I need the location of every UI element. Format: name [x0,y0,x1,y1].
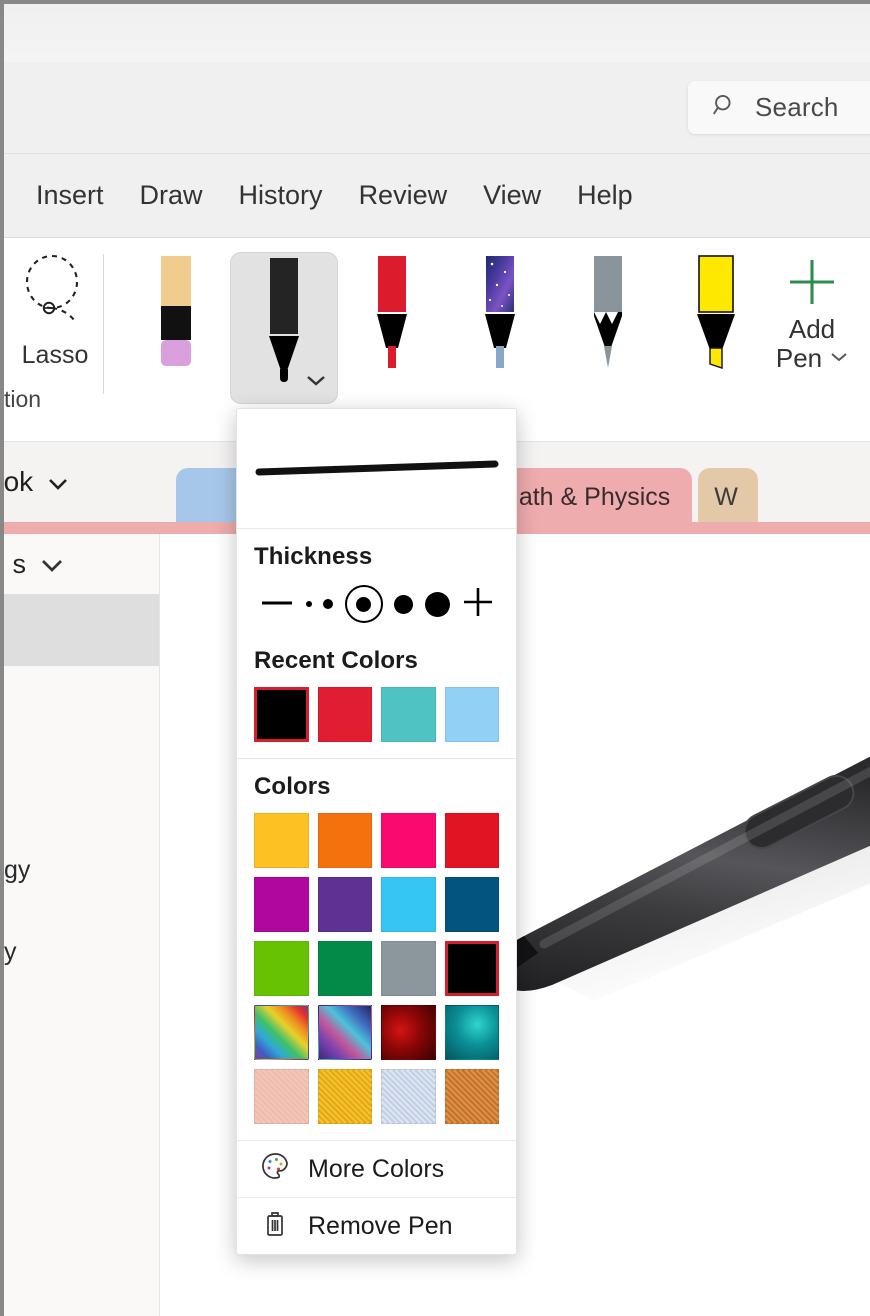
stroke-preview [237,409,516,529]
ribbon-tab-help[interactable]: Help [559,174,651,217]
search-icon [711,92,738,124]
page-list-title: s [12,548,27,579]
lasso-tool-button[interactable]: Lasso [12,250,98,370]
thickness-option-line[interactable] [260,595,294,613]
add-pen-label-line1: Add [788,314,836,344]
page-list-sidebar: s gy y [4,534,160,1316]
recent-swatch-red[interactable] [317,687,372,742]
chevron-down-icon[interactable] [306,374,326,392]
thickness-section: Thickness [237,529,516,633]
thickness-option-size-4[interactable] [394,594,413,614]
pen-eraser[interactable] [122,252,230,402]
ribbon-tab-insert[interactable]: Insert [18,174,122,217]
thickness-option-more-plus-icon[interactable] [461,585,495,624]
thickness-option-size-1[interactable] [305,601,312,607]
page-item-label: y [4,937,17,966]
ribbon-tab-bar: Insert Draw History Review View Help [4,154,870,238]
pen-yellow-highlighter[interactable] [662,252,770,402]
search-band: Search [4,62,870,154]
recent-swatch-light-blue[interactable] [444,687,499,742]
pen-options-flyout: Thickness Recent Colors Colors More Colo… [236,408,517,1255]
section-tab-label: Math & Physics [498,482,671,511]
ribbon-tab-view[interactable]: View [465,174,559,217]
pen-red[interactable] [338,252,446,402]
palette-icon [259,1150,291,1189]
pen-galaxy[interactable] [446,252,554,402]
add-pen-button[interactable]: Add Pen [764,254,860,373]
page-item-label: gy [4,855,31,884]
more-colors-label: More Colors [308,1154,445,1183]
toolbar-group-label: tion [4,386,42,412]
swatch-gray[interactable] [381,941,436,996]
swatch-amber[interactable] [254,813,309,868]
page-list-item-3[interactable]: y [4,916,159,988]
swatch-green[interactable] [254,941,309,996]
colors-title: Colors [254,773,331,800]
pen-gray-pencil[interactable] [554,252,662,402]
thickness-options [254,579,499,629]
thickness-option-size-3-selected[interactable] [344,585,383,623]
page-list-item-1[interactable] [4,666,159,738]
section-tab-label: W [714,482,738,511]
notebook-name: ook [4,466,34,497]
ribbon-tab-history[interactable]: History [221,174,341,217]
swatch-dark-blue[interactable] [444,877,499,932]
remove-pen-menu-item[interactable]: Remove Pen [237,1197,516,1254]
swatch-orange[interactable] [317,813,372,868]
lasso-icon [12,250,98,335]
thickness-option-size-5[interactable] [424,591,450,617]
colors-grid [237,809,516,1140]
add-pen-label-line2: Pen [775,343,823,374]
recent-colors-section: Recent Colors [237,633,516,675]
more-colors-menu-item[interactable]: More Colors [237,1140,516,1197]
swatch-galaxy-texture[interactable] [317,1005,372,1060]
thickness-dot [356,596,371,612]
app-window: Search Insert Draw History Review View H… [0,0,870,1316]
recent-swatch-black[interactable] [254,687,309,742]
recent-colors-title: Recent Colors [254,647,419,674]
chevron-down-icon[interactable] [40,549,64,580]
swatch-sky-blue[interactable] [381,877,436,932]
swatch-gold-pencil-texture[interactable] [317,1069,372,1124]
recent-colors-grid [237,683,516,758]
thickness-option-size-2[interactable] [323,599,333,609]
swatch-dark-green[interactable] [317,941,372,996]
plus-icon [784,254,840,315]
recent-swatch-teal[interactable] [381,687,436,742]
swatch-pink[interactable] [381,813,436,868]
page-list-header[interactable]: s [4,534,159,594]
lasso-label: Lasso [21,341,89,369]
swatch-lava-texture[interactable] [381,1005,436,1060]
ribbon-tab-draw[interactable]: Draw [122,174,221,217]
remove-pen-label: Remove Pen [308,1211,453,1240]
toolbar-divider [103,254,104,394]
swatch-magenta[interactable] [254,877,309,932]
title-bar [4,4,870,62]
page-list-item-0[interactable] [4,594,159,666]
pen-gallery [122,252,770,404]
swatch-black[interactable] [444,941,499,996]
chevron-down-icon[interactable] [47,466,69,498]
swatch-rainbow-texture[interactable] [254,1005,309,1060]
chevron-down-icon[interactable] [830,350,848,368]
search-input[interactable]: Search [688,81,870,134]
section-tab-3[interactable]: W [698,468,759,526]
colors-section: Colors [237,759,516,801]
swatch-rose-pencil-texture[interactable] [254,1069,309,1124]
search-label: Search [755,92,839,122]
trash-icon [259,1207,291,1246]
notebook-selector[interactable]: ook [4,466,69,498]
ribbon-tab-review[interactable]: Review [341,174,466,217]
swatch-copper-pencil-texture[interactable] [444,1069,499,1124]
swatch-silver-pencil-texture[interactable] [381,1069,436,1124]
swatch-teal-marble-texture[interactable] [444,1005,499,1060]
swatch-red[interactable] [444,813,499,868]
swatch-purple[interactable] [317,877,372,932]
page-list-item-2[interactable]: gy [4,834,159,906]
pen-black-selected[interactable] [230,252,338,404]
thickness-title: Thickness [254,543,373,570]
